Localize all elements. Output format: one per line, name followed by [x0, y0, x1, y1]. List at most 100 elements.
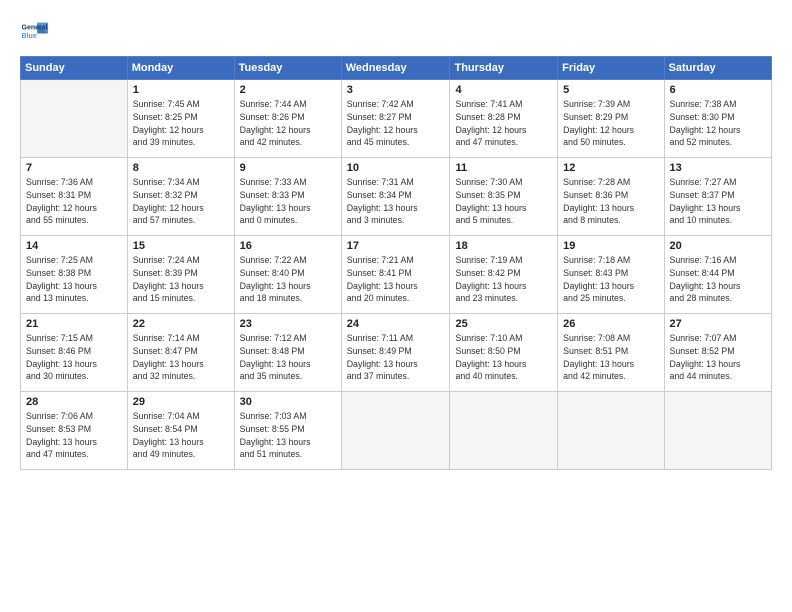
- day-number: 6: [670, 84, 766, 96]
- calendar-table: SundayMondayTuesdayWednesdayThursdayFrid…: [20, 56, 772, 470]
- day-cell: 15 Sunrise: 7:24 AM Sunset: 8:39 PM Dayli…: [127, 236, 234, 314]
- page: General Blue SundayMondayTuesdayWednesda…: [0, 0, 792, 612]
- day-info: Sunrise: 7:41 AM Sunset: 8:28 PM Dayligh…: [455, 98, 552, 149]
- day-cell: 23 Sunrise: 7:12 AM Sunset: 8:48 PM Dayli…: [234, 314, 341, 392]
- day-number: 5: [563, 84, 658, 96]
- col-header-wednesday: Wednesday: [341, 57, 450, 80]
- day-number: 1: [133, 84, 229, 96]
- col-header-monday: Monday: [127, 57, 234, 80]
- week-row-3: 14 Sunrise: 7:25 AM Sunset: 8:38 PM Dayli…: [21, 236, 772, 314]
- day-info: Sunrise: 7:21 AM Sunset: 8:41 PM Dayligh…: [347, 254, 445, 305]
- day-cell: 16Sunrise: 7:22 AM Sunset: 8:40 PM Dayli…: [234, 236, 341, 314]
- day-cell: 2 Sunrise: 7:44 AM Sunset: 8:26 PM Daylig…: [234, 80, 341, 158]
- day-number: 7: [26, 162, 122, 174]
- day-cell: 3 Sunrise: 7:42 AM Sunset: 8:27 PM Daylig…: [341, 80, 450, 158]
- day-info: Sunrise: 7:27 AM Sunset: 8:37 PM Dayligh…: [670, 176, 766, 227]
- day-number: 30: [240, 396, 336, 408]
- day-cell: 13 Sunrise: 7:27 AM Sunset: 8:37 PM Dayli…: [664, 158, 771, 236]
- day-number: 26: [563, 318, 658, 330]
- day-cell: 5 Sunrise: 7:39 AM Sunset: 8:29 PM Daylig…: [558, 80, 664, 158]
- day-info: Sunrise: 7:18 AM Sunset: 8:43 PM Dayligh…: [563, 254, 658, 305]
- day-info: Sunrise: 7:25 AM Sunset: 8:38 PM Dayligh…: [26, 254, 122, 305]
- day-info: Sunrise: 7:06 AM Sunset: 8:53 PM Dayligh…: [26, 410, 122, 461]
- day-info: Sunrise: 7:22 AM Sunset: 8:40 PM Dayligh…: [240, 254, 336, 305]
- day-number: 2: [240, 84, 336, 96]
- day-number: 22: [133, 318, 229, 330]
- day-info: Sunrise: 7:38 AM Sunset: 8:30 PM Dayligh…: [670, 98, 766, 149]
- day-cell: 30 Sunrise: 7:03 AM Sunset: 8:55 PM Dayli…: [234, 392, 341, 470]
- col-header-tuesday: Tuesday: [234, 57, 341, 80]
- day-number: 23: [240, 318, 336, 330]
- day-info: Sunrise: 7:34 AM Sunset: 8:32 PM Dayligh…: [133, 176, 229, 227]
- col-header-friday: Friday: [558, 57, 664, 80]
- day-number: 19: [563, 240, 658, 252]
- week-row-1: 1 Sunrise: 7:45 AM Sunset: 8:25 PM Daylig…: [21, 80, 772, 158]
- day-info: Sunrise: 7:45 AM Sunset: 8:25 PM Dayligh…: [133, 98, 229, 149]
- day-cell: [558, 392, 664, 470]
- day-number: 18: [455, 240, 552, 252]
- day-cell: [21, 80, 128, 158]
- day-info: Sunrise: 7:44 AM Sunset: 8:26 PM Dayligh…: [240, 98, 336, 149]
- day-cell: 12Sunrise: 7:28 AM Sunset: 8:36 PM Dayli…: [558, 158, 664, 236]
- day-info: Sunrise: 7:12 AM Sunset: 8:48 PM Dayligh…: [240, 332, 336, 383]
- week-row-4: 21Sunrise: 7:15 AM Sunset: 8:46 PM Dayli…: [21, 314, 772, 392]
- day-cell: 7 Sunrise: 7:36 AM Sunset: 8:31 PM Daylig…: [21, 158, 128, 236]
- day-number: 3: [347, 84, 445, 96]
- day-info: Sunrise: 7:42 AM Sunset: 8:27 PM Dayligh…: [347, 98, 445, 149]
- day-cell: 11 Sunrise: 7:30 AM Sunset: 8:35 PM Dayli…: [450, 158, 558, 236]
- day-cell: 14 Sunrise: 7:25 AM Sunset: 8:38 PM Dayli…: [21, 236, 128, 314]
- col-header-sunday: Sunday: [21, 57, 128, 80]
- day-cell: 10Sunrise: 7:31 AM Sunset: 8:34 PM Dayli…: [341, 158, 450, 236]
- day-cell: 4 Sunrise: 7:41 AM Sunset: 8:28 PM Daylig…: [450, 80, 558, 158]
- day-cell: [450, 392, 558, 470]
- day-info: Sunrise: 7:31 AM Sunset: 8:34 PM Dayligh…: [347, 176, 445, 227]
- day-info: Sunrise: 7:39 AM Sunset: 8:29 PM Dayligh…: [563, 98, 658, 149]
- day-info: Sunrise: 7:36 AM Sunset: 8:31 PM Dayligh…: [26, 176, 122, 227]
- day-number: 17: [347, 240, 445, 252]
- day-cell: 20Sunrise: 7:16 AM Sunset: 8:44 PM Dayli…: [664, 236, 771, 314]
- day-cell: 9Sunrise: 7:33 AM Sunset: 8:33 PM Daylig…: [234, 158, 341, 236]
- day-number: 4: [455, 84, 552, 96]
- logo: General Blue: [20, 18, 48, 46]
- day-cell: 21Sunrise: 7:15 AM Sunset: 8:46 PM Dayli…: [21, 314, 128, 392]
- week-row-5: 28Sunrise: 7:06 AM Sunset: 8:53 PM Dayli…: [21, 392, 772, 470]
- day-cell: 26 Sunrise: 7:08 AM Sunset: 8:51 PM Dayli…: [558, 314, 664, 392]
- day-cell: 28Sunrise: 7:06 AM Sunset: 8:53 PM Dayli…: [21, 392, 128, 470]
- day-number: 20: [670, 240, 766, 252]
- day-info: Sunrise: 7:14 AM Sunset: 8:47 PM Dayligh…: [133, 332, 229, 383]
- day-cell: 1 Sunrise: 7:45 AM Sunset: 8:25 PM Daylig…: [127, 80, 234, 158]
- day-number: 24: [347, 318, 445, 330]
- day-cell: [341, 392, 450, 470]
- day-info: Sunrise: 7:08 AM Sunset: 8:51 PM Dayligh…: [563, 332, 658, 383]
- svg-text:Blue: Blue: [22, 33, 37, 40]
- svg-text:General: General: [22, 25, 48, 32]
- day-number: 13: [670, 162, 766, 174]
- day-cell: 25 Sunrise: 7:10 AM Sunset: 8:50 PM Dayli…: [450, 314, 558, 392]
- column-header-row: SundayMondayTuesdayWednesdayThursdayFrid…: [21, 57, 772, 80]
- logo-icon: General Blue: [20, 18, 48, 46]
- day-number: 9: [240, 162, 336, 174]
- day-info: Sunrise: 7:24 AM Sunset: 8:39 PM Dayligh…: [133, 254, 229, 305]
- day-info: Sunrise: 7:03 AM Sunset: 8:55 PM Dayligh…: [240, 410, 336, 461]
- day-number: 14: [26, 240, 122, 252]
- day-number: 27: [670, 318, 766, 330]
- day-info: Sunrise: 7:30 AM Sunset: 8:35 PM Dayligh…: [455, 176, 552, 227]
- day-number: 29: [133, 396, 229, 408]
- day-info: Sunrise: 7:11 AM Sunset: 8:49 PM Dayligh…: [347, 332, 445, 383]
- day-number: 15: [133, 240, 229, 252]
- day-info: Sunrise: 7:19 AM Sunset: 8:42 PM Dayligh…: [455, 254, 552, 305]
- day-number: 25: [455, 318, 552, 330]
- day-number: 8: [133, 162, 229, 174]
- day-info: Sunrise: 7:10 AM Sunset: 8:50 PM Dayligh…: [455, 332, 552, 383]
- day-cell: 22 Sunrise: 7:14 AM Sunset: 8:47 PM Dayli…: [127, 314, 234, 392]
- day-cell: 17 Sunrise: 7:21 AM Sunset: 8:41 PM Dayli…: [341, 236, 450, 314]
- day-number: 12: [563, 162, 658, 174]
- day-cell: 6 Sunrise: 7:38 AM Sunset: 8:30 PM Daylig…: [664, 80, 771, 158]
- day-number: 21: [26, 318, 122, 330]
- day-cell: 24 Sunrise: 7:11 AM Sunset: 8:49 PM Dayli…: [341, 314, 450, 392]
- day-cell: 29Sunrise: 7:04 AM Sunset: 8:54 PM Dayli…: [127, 392, 234, 470]
- day-cell: 19 Sunrise: 7:18 AM Sunset: 8:43 PM Dayli…: [558, 236, 664, 314]
- day-number: 11: [455, 162, 552, 174]
- day-cell: [664, 392, 771, 470]
- day-info: Sunrise: 7:07 AM Sunset: 8:52 PM Dayligh…: [670, 332, 766, 383]
